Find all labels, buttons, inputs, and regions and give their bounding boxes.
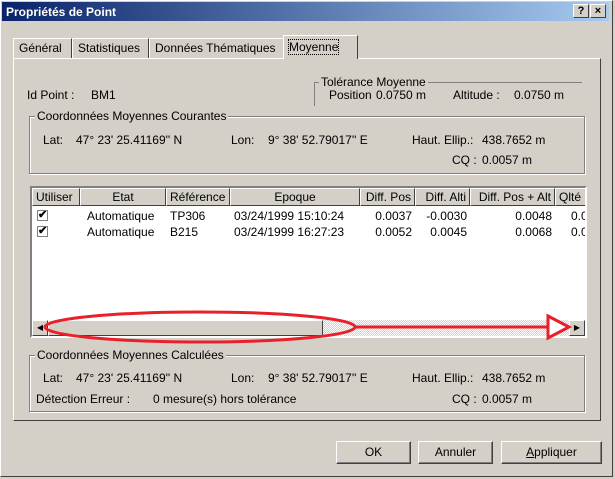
computed-haut-value: 438.7652 m bbox=[482, 371, 546, 385]
tab-donnees-thematiques-label: Données Thématiques bbox=[155, 41, 276, 55]
row-diff-pos: 0.0037 bbox=[375, 209, 412, 223]
computed-lat-value: 47° 23' 25.41169'' N bbox=[76, 371, 183, 385]
close-button[interactable]: × bbox=[590, 4, 606, 18]
current-cq-value: 0.0057 m bbox=[482, 153, 533, 167]
current-lat-value: 47° 23' 25.41169'' N bbox=[76, 133, 183, 147]
column-header-qlte[interactable]: Qlté bbox=[555, 188, 585, 206]
help-button[interactable]: ? bbox=[573, 4, 589, 18]
apply-label: ppliquer bbox=[534, 445, 577, 459]
horizontal-scrollbar[interactable]: ◀ ▶ bbox=[32, 320, 585, 336]
window-title: Propriétés de Point bbox=[6, 5, 117, 19]
measurements-list[interactable]: Utiliser Etat Référence Epoque Diff. Pos… bbox=[30, 186, 587, 338]
computed-cq-value: 0.0057 m bbox=[482, 392, 533, 406]
row-diff-pos: 0.0052 bbox=[375, 225, 412, 239]
tolerance-altitude-value: 0.0750 m bbox=[514, 88, 565, 102]
column-header-reference[interactable]: Référence bbox=[166, 188, 230, 206]
row-reference: TP306 bbox=[170, 209, 206, 223]
current-coordinates-legend: Coordonnées Moyennes Courantes bbox=[35, 109, 229, 123]
row-etat: Automatique bbox=[87, 225, 155, 239]
row-diff-pos-alt: 0.0068 bbox=[515, 225, 552, 239]
tolerance-position-value: 0.0750 m bbox=[376, 88, 427, 102]
row-diff-alti: -0.0030 bbox=[426, 209, 467, 223]
cancel-button[interactable]: Annuler bbox=[418, 441, 493, 464]
tab-general-label: Général bbox=[19, 41, 62, 55]
current-lon-value: 9° 38' 52.79017'' E bbox=[268, 133, 368, 147]
tab-statistiques[interactable]: Statistiques bbox=[72, 38, 149, 58]
tolerance-legend: Tolérance Moyenne bbox=[319, 75, 428, 89]
tab-moyenne[interactable]: Moyenne bbox=[283, 35, 358, 59]
computed-coordinates-legend: Coordonnées Moyennes Calculées bbox=[35, 348, 226, 362]
column-header-utiliser[interactable]: Utiliser bbox=[32, 188, 80, 206]
row-epoque: 03/24/1999 15:10:24 bbox=[234, 209, 345, 223]
id-point-label: Id Point : bbox=[27, 88, 75, 102]
scrollbar-thumb[interactable] bbox=[48, 320, 323, 336]
table-row[interactable]: ✔ Automatique B215 03/24/1999 16:27:23 0… bbox=[32, 224, 585, 240]
row-diff-alti: 0.0045 bbox=[430, 225, 467, 239]
ok-button[interactable]: OK bbox=[336, 441, 411, 464]
current-lon-label: Lon: bbox=[231, 133, 255, 147]
computed-lat-label: Lat: bbox=[43, 371, 64, 385]
error-detection-label: Détection Erreur : bbox=[36, 392, 131, 406]
column-header-diff-pos-alt[interactable]: Diff. Pos + Alt bbox=[470, 188, 555, 206]
computed-cq-label: CQ : bbox=[452, 392, 477, 406]
column-header-etat[interactable]: Etat bbox=[80, 188, 166, 206]
use-checkbox[interactable]: ✔ bbox=[37, 226, 48, 237]
row-qlte: 0.0 bbox=[571, 225, 585, 239]
tolerance-position-label: Position bbox=[329, 88, 372, 102]
row-epoque: 03/24/1999 16:27:23 bbox=[234, 225, 345, 239]
tolerance-altitude-label: Altitude : bbox=[453, 88, 500, 102]
tab-donnees-thematiques[interactable]: Données Thématiques bbox=[149, 38, 284, 58]
current-cq-label: CQ : bbox=[452, 153, 477, 167]
use-checkbox[interactable]: ✔ bbox=[37, 210, 48, 221]
scroll-right-button[interactable]: ▶ bbox=[569, 320, 585, 336]
row-qlte: 0.0 bbox=[571, 209, 585, 223]
column-header-diff-alti[interactable]: Diff. Alti bbox=[415, 188, 470, 206]
tab-statistiques-label: Statistiques bbox=[78, 41, 141, 55]
table-row[interactable]: ✔ Automatique TP306 03/24/1999 15:10:24 … bbox=[32, 208, 585, 224]
apply-mnemonic: A bbox=[526, 445, 535, 459]
column-header-epoque[interactable]: Epoque bbox=[230, 188, 360, 206]
id-point-value: BM1 bbox=[91, 88, 116, 102]
computed-haut-label: Haut. Ellip.: bbox=[412, 371, 474, 385]
row-diff-pos-alt: 0.0048 bbox=[515, 209, 552, 223]
error-detection-value: 0 mesure(s) hors tolérance bbox=[153, 392, 297, 406]
scroll-left-button[interactable]: ◀ bbox=[32, 320, 48, 336]
computed-lon-label: Lon: bbox=[231, 371, 255, 385]
tab-moyenne-label: Moyenne bbox=[287, 39, 340, 55]
current-lat-label: Lat: bbox=[43, 133, 64, 147]
current-haut-label: Haut. Ellip.: bbox=[412, 133, 474, 147]
title-bar[interactable]: Propriétés de Point bbox=[2, 2, 609, 21]
apply-button[interactable]: Appliquer bbox=[501, 441, 602, 464]
row-etat: Automatique bbox=[87, 209, 155, 223]
computed-lon-value: 9° 38' 52.79017'' E bbox=[268, 371, 368, 385]
column-header-diff-pos[interactable]: Diff. Pos bbox=[360, 188, 415, 206]
row-reference: B215 bbox=[170, 225, 199, 239]
current-haut-value: 438.7652 m bbox=[482, 133, 546, 147]
tab-general[interactable]: Général bbox=[13, 38, 72, 58]
